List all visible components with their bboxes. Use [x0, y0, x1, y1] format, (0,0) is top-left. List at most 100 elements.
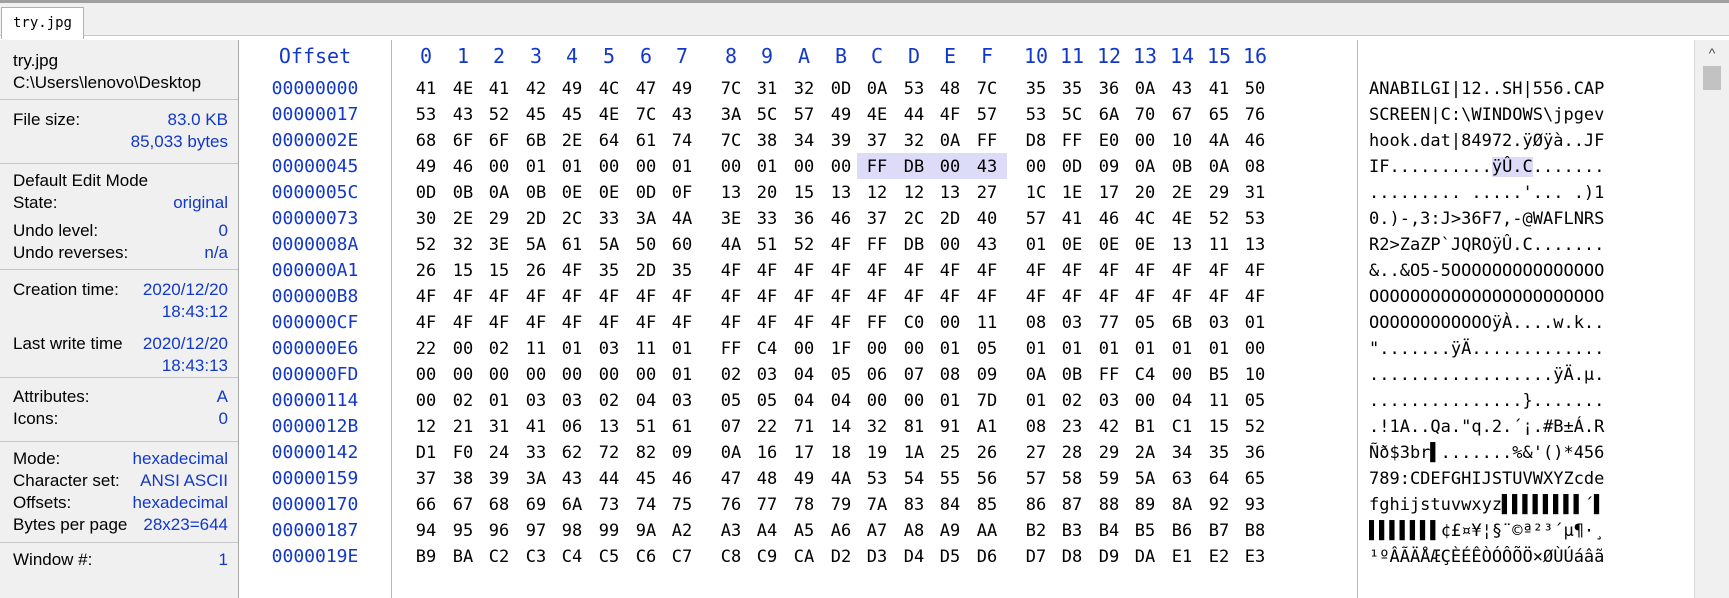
hex-byte[interactable]: 03 — [1199, 309, 1239, 335]
hex-byte[interactable]: 00 — [479, 153, 519, 179]
hex-byte[interactable]: 41 — [479, 75, 519, 101]
hex-byte[interactable]: 03 — [516, 387, 556, 413]
hex-row[interactable]: 00000187 94 95 96 97 98 99 9A A2 A3 A4 A5 A6 A7 A8 A9 AA… — [239, 517, 1694, 545]
hex-byte[interactable]: 78 — [784, 491, 824, 517]
hex-byte[interactable]: 21 — [443, 413, 483, 439]
hex-row[interactable]: 000000FD 00 00 00 00 00 00 00 01 02 03 04 05 06 07 08 09… — [239, 361, 1694, 389]
hex-byte[interactable]: 30 — [406, 205, 446, 231]
hex-byte[interactable]: 4F — [1016, 257, 1056, 283]
hex-byte[interactable]: 71 — [784, 413, 824, 439]
hex-byte[interactable]: 17 — [1089, 179, 1129, 205]
hex-byte[interactable]: 01 — [1016, 231, 1056, 257]
hex-byte[interactable]: 7C — [711, 75, 751, 101]
hex-byte[interactable]: 02 — [443, 387, 483, 413]
ascii-text[interactable]: 0.)-,3:J>36F7,-@WAFLNRS — [1369, 205, 1689, 233]
hex-row[interactable]: 00000073 30 2E 29 2D 2C 33 3A 4A 3E 33 36 46 37 2C 2D 40… — [239, 205, 1694, 233]
hex-byte[interactable]: 2D — [626, 257, 666, 283]
hex-byte[interactable]: 07 — [711, 413, 751, 439]
hex-byte[interactable]: 12 — [894, 179, 934, 205]
hex-byte[interactable]: 4F — [1199, 283, 1239, 309]
hex-row[interactable]: 00000170 66 67 68 69 6A 73 74 75 76 77 78 79 7A 83 84 85… — [239, 491, 1694, 519]
hex-byte[interactable]: 4F — [552, 257, 592, 283]
hex-byte[interactable]: 4F — [626, 309, 666, 335]
hex-byte[interactable]: 4F — [443, 283, 483, 309]
hex-byte[interactable]: 53 — [857, 465, 897, 491]
hex-byte[interactable]: 15 — [443, 257, 483, 283]
hex-byte[interactable]: 3A — [711, 101, 751, 127]
hex-byte[interactable]: 4F — [443, 309, 483, 335]
hex-byte[interactable]: B3 — [1052, 517, 1092, 543]
hex-byte[interactable]: A3 — [711, 517, 751, 543]
hex-row[interactable]: 00000159 37 38 39 3A 43 44 45 46 47 48 49 4A 53 54 55 56… — [239, 465, 1694, 493]
hex-byte[interactable]: E1 — [1162, 543, 1202, 569]
hex-byte[interactable]: C1 — [1162, 413, 1202, 439]
hex-byte[interactable]: 0E — [589, 179, 629, 205]
hex-byte[interactable]: 00 — [443, 361, 483, 387]
hex-byte[interactable]: 04 — [626, 387, 666, 413]
hex-byte[interactable]: 0E — [1125, 231, 1165, 257]
hex-byte[interactable]: 11 — [516, 335, 556, 361]
hex-byte[interactable]: 0A — [930, 127, 970, 153]
ascii-text[interactable]: OOOOOOOOOOOOÿÀ....w.k.. — [1369, 309, 1689, 337]
hex-byte[interactable]: 00 — [1016, 153, 1056, 179]
hex-byte[interactable]: 00 — [1162, 361, 1202, 387]
hex-byte[interactable]: 46 — [662, 465, 702, 491]
hex-byte[interactable]: 4F — [967, 257, 1007, 283]
ascii-text[interactable]: ...............}....... — [1369, 387, 1689, 415]
hex-byte[interactable]: 4F — [662, 283, 702, 309]
hex-byte[interactable]: 01 — [1162, 335, 1202, 361]
hex-byte[interactable]: 33 — [516, 439, 556, 465]
hex-byte[interactable]: 4F — [552, 309, 592, 335]
hex-byte[interactable]: 89 — [1125, 491, 1165, 517]
hex-byte[interactable]: 4F — [662, 309, 702, 335]
hex-byte[interactable]: 08 — [1235, 153, 1275, 179]
ascii-selection[interactable]: ÿÛ.C — [1491, 157, 1533, 177]
hex-byte[interactable]: 00 — [552, 361, 592, 387]
ascii-text[interactable]: Ñð$3br▌.......%&'()*456 — [1369, 439, 1689, 467]
hex-byte[interactable]: 01 — [1016, 335, 1056, 361]
hex-byte[interactable]: 4F — [894, 257, 934, 283]
hex-byte[interactable]: 17 — [784, 439, 824, 465]
hex-byte[interactable]: A8 — [894, 517, 934, 543]
hex-byte[interactable]: 0A — [1125, 75, 1165, 101]
hex-row[interactable]: 00000114 00 02 01 03 03 02 04 03 05 05 04 04 00 00 01 7D… — [239, 387, 1694, 415]
hex-byte[interactable]: 4F — [479, 283, 519, 309]
hex-byte[interactable]: 15 — [479, 257, 519, 283]
hex-byte[interactable]: CA — [784, 543, 824, 569]
hex-byte[interactable]: 3E — [479, 231, 519, 257]
hex-byte[interactable]: 35 — [1016, 75, 1056, 101]
hex-byte[interactable]: B2 — [1016, 517, 1056, 543]
hex-byte[interactable]: 4F — [1052, 257, 1092, 283]
hex-byte[interactable]: 12 — [406, 413, 446, 439]
hex-byte[interactable]: 01 — [1235, 309, 1275, 335]
ascii-text[interactable]: .!1A..Qa."q.2.´¡.#B±Á.R — [1369, 413, 1689, 441]
hex-byte[interactable]: 7C — [626, 101, 666, 127]
hex-byte[interactable]: 00 — [626, 361, 666, 387]
hex-byte[interactable]: 0B — [443, 179, 483, 205]
hex-byte[interactable]: B4 — [1089, 517, 1129, 543]
hex-byte[interactable]: 01 — [662, 153, 702, 179]
hex-byte[interactable]: 15 — [1199, 413, 1239, 439]
hex-byte[interactable]: 5C — [747, 101, 787, 127]
hex-byte[interactable]: A1 — [967, 413, 1007, 439]
hex-byte[interactable]: 09 — [967, 361, 1007, 387]
hex-byte[interactable]: 4F — [1089, 257, 1129, 283]
hex-byte[interactable]: 7A — [857, 491, 897, 517]
hex-byte[interactable]: D2 — [821, 543, 861, 569]
hex-byte[interactable]: A2 — [662, 517, 702, 543]
ascii-text[interactable]: IF..........ÿÛ.C....... — [1369, 153, 1689, 181]
hex-byte[interactable]: 0A — [1199, 153, 1239, 179]
hex-byte[interactable]: 52 — [406, 231, 446, 257]
hex-byte[interactable]: 62 — [552, 439, 592, 465]
ascii-text[interactable]: ¹ºÂÃÄÅÆÇÈÉÊÒÓÔÕÖ×ØÙÚáâã — [1369, 543, 1689, 571]
hex-byte[interactable]: 13 — [821, 179, 861, 205]
hex-byte[interactable]: 4F — [1052, 283, 1092, 309]
hex-byte[interactable]: 22 — [406, 335, 446, 361]
hex-byte[interactable]: 26 — [967, 439, 1007, 465]
hex-row[interactable]: 000000A1 26 15 15 26 4F 35 2D 35 4F 4F 4F 4F 4F 4F 4F 4F… — [239, 257, 1694, 285]
hex-byte[interactable]: 86 — [1016, 491, 1056, 517]
hex-byte[interactable]: 37 — [857, 127, 897, 153]
hex-byte[interactable]: 64 — [589, 127, 629, 153]
hex-byte[interactable]: 4F — [589, 283, 629, 309]
ascii-text[interactable]: ▌▌▌▌▌▌▌¢£¤¥¦§¨©ª²³´µ¶·¸ — [1369, 517, 1689, 545]
